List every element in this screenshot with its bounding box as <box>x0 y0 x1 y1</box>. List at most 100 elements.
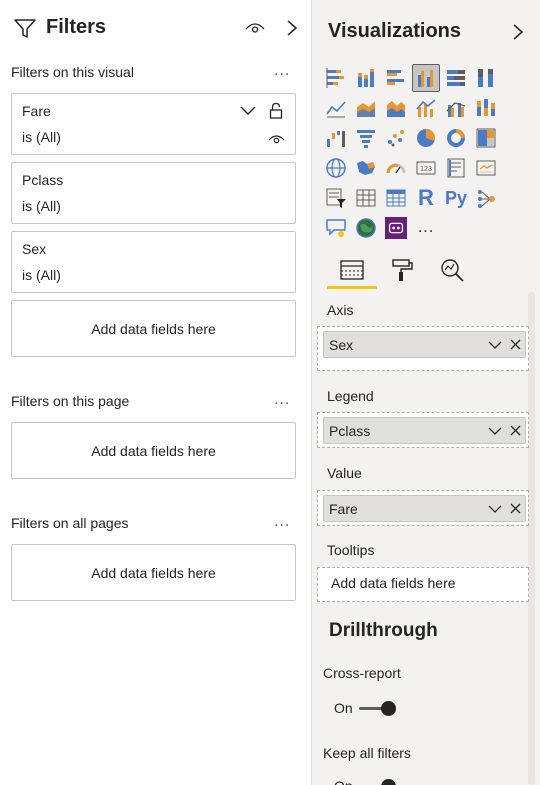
clustered-column-chart-icon[interactable] <box>412 64 440 92</box>
eye-icon[interactable] <box>245 21 265 35</box>
cross-report-label: Cross-report <box>323 665 401 681</box>
filter-card-name: Fare <box>22 103 51 119</box>
svg-text:123: 123 <box>420 166 432 173</box>
chevron-down-icon[interactable] <box>488 505 502 514</box>
filters-on-all-pages-label: Filters on all pages <box>11 515 129 531</box>
line-chart-icon[interactable] <box>322 94 350 122</box>
keep-all-filters-state: On <box>334 778 353 785</box>
filters-on-page-more-button[interactable]: ... <box>274 391 290 409</box>
field-pill-fare[interactable]: Fare <box>323 495 526 522</box>
area-chart-icon[interactable] <box>352 94 380 122</box>
key-influencers-icon[interactable] <box>472 184 500 212</box>
100-percent-stacked-bar-chart-icon[interactable] <box>442 64 470 92</box>
funnel-icon <box>14 19 36 38</box>
python-visual-icon[interactable]: Py <box>442 184 470 212</box>
fields-icon <box>340 260 364 280</box>
cross-report-toggle[interactable] <box>358 700 399 716</box>
chevron-down-icon[interactable] <box>240 106 256 116</box>
toggle-knob <box>380 779 396 785</box>
eye-icon[interactable] <box>268 133 285 145</box>
clustered-bar-chart-icon[interactable] <box>382 64 410 92</box>
axis-well[interactable]: Sex <box>317 326 529 371</box>
toggle-knob <box>380 701 396 716</box>
ribbon-chart-icon[interactable] <box>472 94 500 122</box>
page-filters-drop-zone[interactable]: Add data fields here <box>11 422 296 479</box>
filters-title: Filters <box>46 16 107 38</box>
py-glyph: Py <box>444 187 468 208</box>
filters-pane: Filters Filters on this visual ... Fare … <box>0 0 311 785</box>
field-pill-name: Fare <box>329 501 358 517</box>
scatter-chart-icon[interactable] <box>382 124 410 152</box>
close-icon[interactable] <box>510 503 521 514</box>
stacked-column-chart-icon[interactable] <box>352 64 380 92</box>
well-label-axis: Axis <box>327 302 354 318</box>
donut-chart-icon[interactable] <box>442 124 470 152</box>
chevron-down-icon[interactable] <box>488 341 502 350</box>
card-123-icon[interactable]: 123 <box>412 154 440 182</box>
line-and-stacked-column-chart-icon[interactable] <box>412 94 440 122</box>
visual-filters-drop-zone[interactable]: Add data fields here <box>11 300 296 357</box>
stacked-bar-chart-icon[interactable] <box>322 64 350 92</box>
100-percent-stacked-column-chart-icon[interactable] <box>472 64 500 92</box>
slicer-icon[interactable] <box>322 184 350 212</box>
drillthrough-heading: Drillthrough <box>329 620 438 641</box>
tooltips-placeholder: Add data fields here <box>331 575 456 591</box>
tab-analytics[interactable] <box>434 254 470 286</box>
tooltips-well[interactable]: Add data fields here <box>317 567 529 602</box>
well-label-tooltips: Tooltips <box>327 542 375 558</box>
scrollbar[interactable] <box>528 292 535 785</box>
field-pill-pclass[interactable]: Pclass <box>323 417 526 444</box>
active-tab-indicator <box>327 286 377 289</box>
tab-fields[interactable] <box>334 254 370 286</box>
qa-visual-icon[interactable] <box>322 214 350 242</box>
well-label-value: Value <box>327 465 362 481</box>
keep-all-filters-toggle-row: On <box>334 778 399 785</box>
tab-format[interactable] <box>384 254 420 286</box>
visual-type-gallery: 123 R Py ... <box>322 64 532 246</box>
visualizations-title: Visualizations <box>328 20 462 42</box>
chevron-down-icon[interactable] <box>488 427 502 436</box>
filters-header: Filters <box>0 0 311 58</box>
lock-icon[interactable] <box>269 102 283 119</box>
keep-all-filters-label: Keep all filters <box>323 745 411 761</box>
filled-map-icon[interactable] <box>352 154 380 182</box>
paint-roller-icon <box>392 259 413 281</box>
magnifier-chart-icon <box>441 259 464 282</box>
kpi-icon[interactable] <box>472 154 500 182</box>
filters-on-all-pages-more-button[interactable]: ... <box>274 513 290 531</box>
filter-card-sex[interactable]: Sex is (All) <box>11 231 296 293</box>
collapse-filters-chevron-right-icon[interactable] <box>286 19 298 37</box>
multi-row-card-icon[interactable] <box>442 154 470 182</box>
map-globe-icon[interactable] <box>322 154 350 182</box>
filters-on-visual-more-button[interactable]: ... <box>274 62 290 80</box>
filter-card-pclass[interactable]: Pclass is (All) <box>11 162 296 224</box>
field-pill-sex[interactable]: Sex <box>323 331 526 358</box>
funnel-chart-icon[interactable] <box>352 124 380 152</box>
keep-all-filters-toggle[interactable] <box>359 778 399 785</box>
value-well[interactable]: Fare <box>317 490 529 526</box>
filters-on-page-label: Filters on this page <box>11 393 130 409</box>
pie-chart-icon[interactable] <box>412 124 440 152</box>
matrix-icon[interactable] <box>382 184 410 212</box>
stacked-area-chart-icon[interactable] <box>382 94 410 122</box>
close-icon[interactable] <box>510 425 521 436</box>
cross-report-toggle-row: On <box>334 700 399 716</box>
cross-report-state: On <box>334 700 353 716</box>
treemap-icon[interactable] <box>472 124 500 152</box>
waterfall-chart-icon[interactable] <box>322 124 350 152</box>
arcgis-map-icon[interactable] <box>352 214 380 242</box>
collapse-visualizations-chevron-right-icon[interactable] <box>512 23 524 41</box>
close-icon[interactable] <box>510 339 521 350</box>
filter-card-value: is (All) <box>22 267 61 283</box>
table-icon[interactable] <box>352 184 380 212</box>
gauge-icon[interactable] <box>382 154 410 182</box>
more-visuals-button[interactable]: ... <box>412 214 440 242</box>
line-and-clustered-column-chart-icon[interactable] <box>442 94 470 122</box>
filter-card-name: Sex <box>22 241 47 257</box>
r-script-visual-icon[interactable]: R <box>412 184 440 212</box>
visualizations-pane: Visualizations 123 R Py ... Axis Sex Leg… <box>311 0 540 785</box>
filter-card-fare[interactable]: Fare is (All) <box>11 93 296 155</box>
custom-visual-icon[interactable] <box>382 214 410 242</box>
legend-well[interactable]: Pclass <box>317 412 529 448</box>
all-pages-filters-drop-zone[interactable]: Add data fields here <box>11 544 296 601</box>
